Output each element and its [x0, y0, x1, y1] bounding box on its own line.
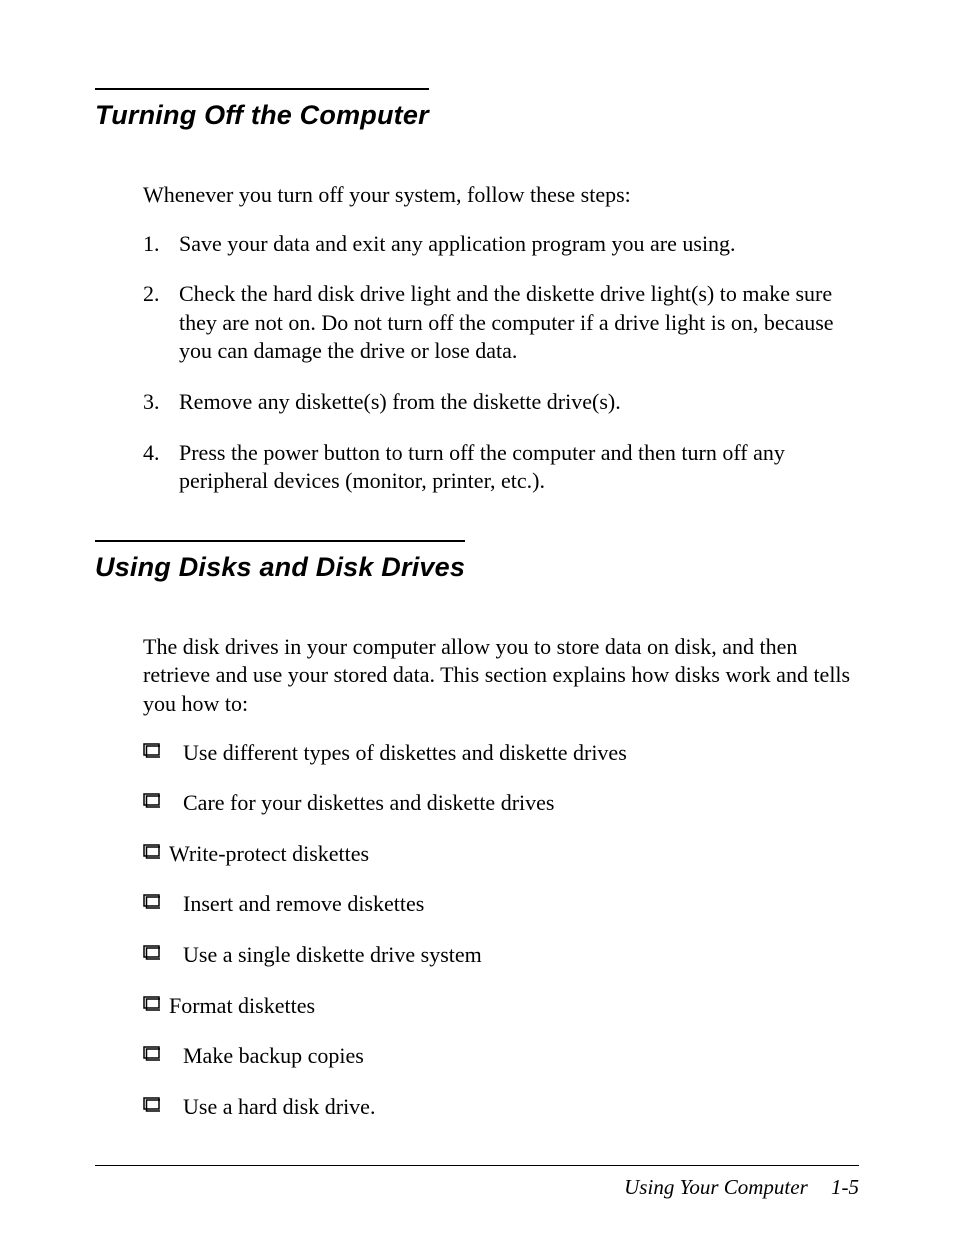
list-item-text: Insert and remove diskettes — [183, 890, 859, 919]
square-bullet-icon — [143, 941, 183, 960]
footer-page-number: 1-5 — [831, 1175, 859, 1199]
list-item-text: Care for your diskettes and diskette dri… — [183, 789, 859, 818]
list-item: Use different types of diskettes and dis… — [143, 739, 859, 768]
section-heading: Turning Off the Computer — [95, 88, 429, 131]
step-item: 1. Save your data and exit any applicati… — [143, 230, 859, 259]
square-bullet-icon — [143, 890, 183, 909]
step-number: 3. — [143, 388, 179, 417]
step-item: 4. Press the power button to turn off th… — [143, 439, 859, 496]
step-text: Remove any diskette(s) from the diskette… — [179, 388, 859, 417]
step-number: 1. — [143, 230, 179, 259]
step-item: 2. Check the hard disk drive light and t… — [143, 280, 859, 366]
step-number: 2. — [143, 280, 179, 309]
square-bullet-icon — [143, 1093, 183, 1112]
step-text: Press the power button to turn off the c… — [179, 439, 859, 496]
section-intro: Whenever you turn off your system, follo… — [143, 181, 859, 210]
page-footer: Using Your Computer 1-5 — [624, 1175, 859, 1200]
page: Turning Off the Computer Whenever you tu… — [0, 0, 954, 1238]
list-item: Format diskettes — [143, 992, 859, 1021]
list-item-text: Format diskettes — [169, 992, 859, 1021]
bullet-list: Use different types of diskettes and dis… — [143, 739, 859, 1122]
section-turning-off: Turning Off the Computer Whenever you tu… — [95, 88, 859, 496]
list-item-text: Use a hard disk drive. — [183, 1093, 859, 1122]
list-item-text: Use a single diskette drive system — [183, 941, 859, 970]
section-heading: Using Disks and Disk Drives — [95, 540, 465, 583]
section-using-disks: Using Disks and Disk Drives The disk dri… — [95, 540, 859, 1122]
square-bullet-icon — [143, 789, 183, 808]
list-item: Use a single diskette drive system — [143, 941, 859, 970]
list-item-text: Use different types of diskettes and dis… — [183, 739, 859, 768]
steps-list: 1. Save your data and exit any applicati… — [143, 230, 859, 496]
step-text: Save your data and exit any application … — [179, 230, 859, 259]
footer-rule — [95, 1165, 859, 1166]
square-bullet-icon — [143, 739, 183, 758]
list-item: Make backup copies — [143, 1042, 859, 1071]
list-item-text: Write-protect diskettes — [169, 840, 859, 869]
list-item: Care for your diskettes and diskette dri… — [143, 789, 859, 818]
square-bullet-icon — [143, 992, 169, 1011]
square-bullet-icon — [143, 1042, 183, 1061]
step-text: Check the hard disk drive light and the … — [179, 280, 859, 366]
list-item-text: Make backup copies — [183, 1042, 859, 1071]
list-item: Write-protect diskettes — [143, 840, 859, 869]
footer-chapter: Using Your Computer — [624, 1175, 808, 1199]
step-number: 4. — [143, 439, 179, 468]
list-item: Insert and remove diskettes — [143, 890, 859, 919]
section-intro: The disk drives in your computer allow y… — [143, 633, 859, 719]
step-item: 3. Remove any diskette(s) from the diske… — [143, 388, 859, 417]
square-bullet-icon — [143, 840, 169, 859]
list-item: Use a hard disk drive. — [143, 1093, 859, 1122]
